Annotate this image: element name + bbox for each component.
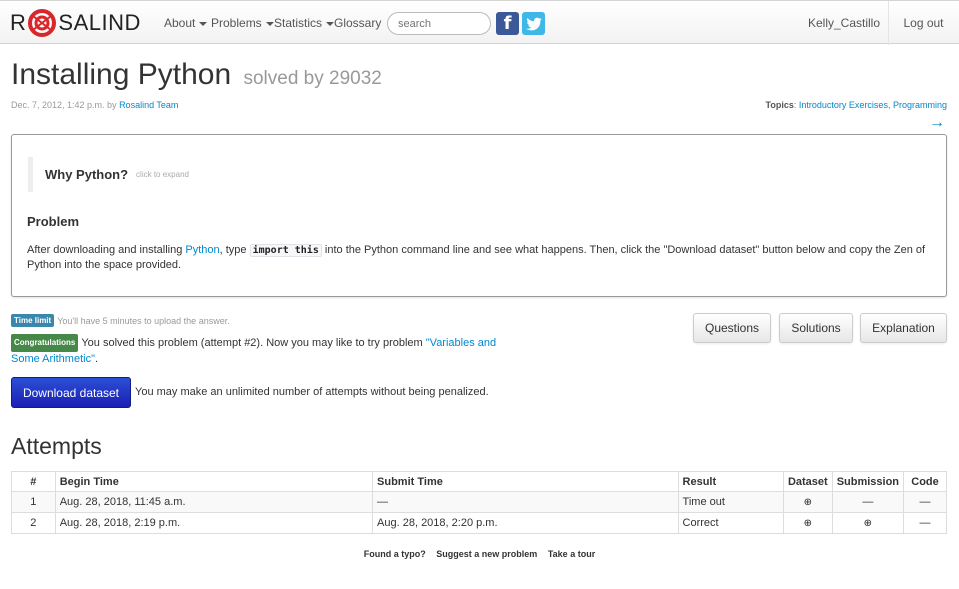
problem-meta: Dec. 7, 2012, 1:42 p.m. by Rosalind Team xyxy=(11,100,178,110)
attempts-heading: Attempts xyxy=(11,433,102,459)
cell-submit-time: — xyxy=(372,491,679,513)
solutions-button[interactable]: Solutions xyxy=(779,313,853,343)
footer: Found a typo? Suggest a new problem Take… xyxy=(0,549,959,559)
dataset-download-icon[interactable]: ⊕ xyxy=(782,512,833,534)
table-row: 1 Aug. 28, 2018, 11:45 a.m. — Time out ⊕… xyxy=(11,491,947,513)
congrats-row: Congratulations You solved this problem (… xyxy=(11,334,521,366)
submission-download-icon[interactable]: ⊕ xyxy=(831,512,905,534)
facebook-icon[interactable]: f xyxy=(496,12,519,35)
nav-about[interactable]: About xyxy=(164,16,208,30)
problem-heading: Problem xyxy=(27,214,80,229)
time-limit-text: You'll have 5 minutes to upload the answ… xyxy=(57,316,230,326)
col-header-code: Code xyxy=(903,471,947,492)
col-header-submit: Submit Time xyxy=(372,471,679,492)
code-import-this: import this xyxy=(249,244,322,257)
caret-down-icon xyxy=(265,21,274,26)
expand-hint: click to expand xyxy=(136,170,189,179)
dna-logo-icon xyxy=(28,9,57,37)
twitter-bird-icon xyxy=(525,17,542,30)
meta-date: Dec. 7, 2012, 1:42 p.m. by xyxy=(11,100,120,110)
author-link[interactable]: Rosalind Team xyxy=(119,100,178,110)
col-header-result: Result xyxy=(677,471,784,492)
why-title: Why Python? xyxy=(45,167,129,182)
nav-problems[interactable]: Problems xyxy=(211,16,274,30)
col-header-dataset: Dataset xyxy=(782,471,833,492)
search-input[interactable] xyxy=(387,12,491,35)
download-dataset-button[interactable]: Download dataset xyxy=(11,377,131,408)
topics: Topics: Introductory Exercises, Programm… xyxy=(765,100,947,110)
explanation-button[interactable]: Explanation xyxy=(860,313,947,343)
problem-statement: After downloading and installing Python,… xyxy=(27,244,926,271)
cell-code: — xyxy=(903,491,947,513)
cell-num: 1 xyxy=(11,491,56,513)
table-header-row: # Begin Time Submit Time Result Dataset … xyxy=(11,471,947,492)
cell-begin-time: Aug. 28, 2018, 2:19 p.m. xyxy=(54,512,374,534)
time-limit-badge: Time limit xyxy=(11,314,55,327)
table-row: 2 Aug. 28, 2018, 2:19 p.m. Aug. 28, 2018… xyxy=(11,512,947,534)
problem-title: Installing Python xyxy=(11,58,232,91)
problem-box: Why Python? click to expand Problem Afte… xyxy=(11,134,947,297)
download-note: You may make an unlimited number of atte… xyxy=(135,386,489,398)
nav-glossary[interactable]: Glossary xyxy=(334,16,381,30)
navbar: R SALIND About Problems Statistics Gloss… xyxy=(0,0,959,45)
cell-code: — xyxy=(903,512,947,534)
why-python-expander[interactable]: Why Python? click to expand xyxy=(28,157,189,192)
nav-statistics[interactable]: Statistics xyxy=(274,16,335,30)
cell-begin-time: Aug. 28, 2018, 11:45 a.m. xyxy=(54,491,374,513)
cell-num: 2 xyxy=(11,512,56,534)
found-typo-link[interactable]: Found a typo? xyxy=(364,549,426,559)
user-menu[interactable]: Kelly_Castillo xyxy=(800,1,888,45)
congrats-badge: Congratulations xyxy=(11,334,79,352)
congrats-text: You solved this problem (attempt #2). No… xyxy=(81,337,426,349)
next-problem-arrow-icon[interactable]: → xyxy=(929,114,945,132)
topics-label: Topics xyxy=(765,100,794,110)
attempts-table: # Begin Time Submit Time Result Dataset … xyxy=(11,471,947,534)
time-limit-row: Time limit You'll have 5 minutes to uploa… xyxy=(11,314,230,327)
cell-submit-time: Aug. 28, 2018, 2:20 p.m. xyxy=(372,512,679,534)
cell-result: Time out xyxy=(677,491,784,513)
caret-down-icon xyxy=(199,21,208,26)
suggest-problem-link[interactable]: Suggest a new problem xyxy=(436,549,537,559)
cell-submission: — xyxy=(831,491,905,513)
questions-button[interactable]: Questions xyxy=(693,313,771,343)
twitter-icon[interactable] xyxy=(522,12,545,35)
rosalind-logo[interactable]: R SALIND xyxy=(10,9,141,37)
col-header-num: # xyxy=(11,471,56,492)
col-header-begin: Begin Time xyxy=(54,471,374,492)
topic-link-introductory[interactable]: Introductory Exercises xyxy=(799,100,888,110)
python-link[interactable]: Python xyxy=(185,244,219,256)
brand-letter-r: R xyxy=(10,10,27,35)
take-tour-link[interactable]: Take a tour xyxy=(548,549,595,559)
brand-text: SALIND xyxy=(58,10,141,35)
logout-link[interactable]: Log out xyxy=(888,1,958,45)
col-header-submission: Submission xyxy=(831,471,905,492)
solved-count: solved by 29032 xyxy=(243,68,382,89)
topic-link-programming[interactable]: Programming xyxy=(893,100,947,110)
caret-down-icon xyxy=(326,21,335,26)
dataset-download-icon[interactable]: ⊕ xyxy=(782,491,833,513)
cell-result: Correct xyxy=(677,512,784,534)
page-title: Installing Python solved by 29032 xyxy=(11,58,382,92)
